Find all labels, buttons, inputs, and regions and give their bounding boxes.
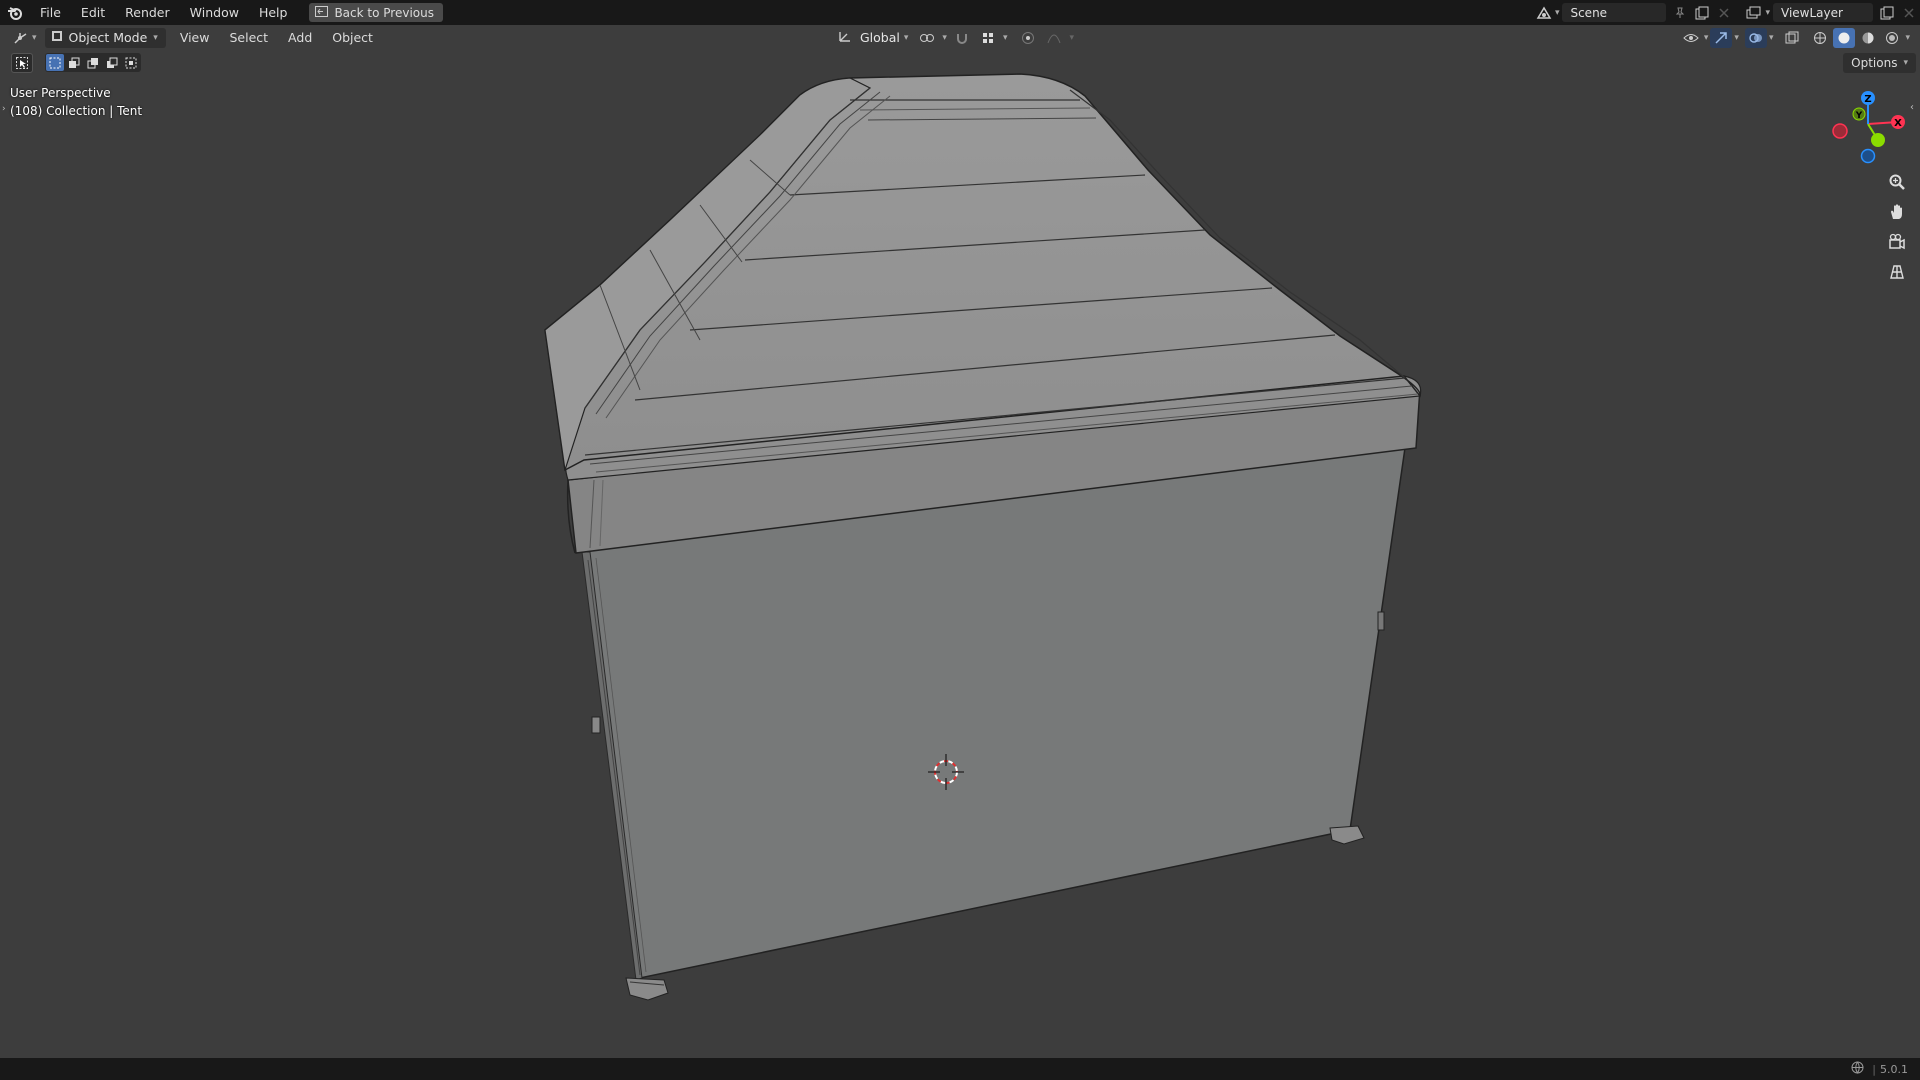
axis-neg-z-icon[interactable] <box>1860 148 1876 164</box>
new-scene-icon[interactable] <box>1691 3 1713 23</box>
axis-x-label: X <box>1894 118 1902 129</box>
chevron-down-icon: ▾ <box>1069 32 1074 43</box>
snap-toggle-icon[interactable] <box>951 28 973 48</box>
top-bar: File Edit Render Window Help Back to Pre… <box>0 0 1920 25</box>
delete-view-layer-icon[interactable] <box>1898 3 1920 23</box>
blender-logo-icon[interactable] <box>0 0 30 25</box>
menu-object[interactable]: Object <box>322 30 383 45</box>
status-separator: | <box>1872 1062 1876 1076</box>
tent-roof-top <box>544 73 1422 481</box>
proportional-editing-icon[interactable] <box>1017 28 1039 48</box>
pivot-point-icon[interactable] <box>916 28 938 48</box>
menu-edit[interactable]: Edit <box>71 0 115 25</box>
solid-shading-icon[interactable] <box>1833 27 1856 48</box>
zoom-icon[interactable] <box>1883 168 1911 196</box>
back-to-previous-button[interactable]: Back to Previous <box>309 3 443 22</box>
chevron-down-icon: ▾ <box>1903 58 1908 68</box>
menu-select[interactable]: Select <box>219 30 278 45</box>
select-extend-icon[interactable] <box>65 54 83 71</box>
menu-view[interactable]: View <box>170 30 220 45</box>
transform-tools: Global ▾ ▾ ▾ ▾ <box>838 25 1074 50</box>
view-layer-selector-icon[interactable] <box>1743 3 1765 23</box>
chevron-down-icon: ▾ <box>1554 7 1560 18</box>
navigation-gizmo[interactable]: X Y Z <box>1826 86 1910 170</box>
chevron-down-icon: ▾ <box>1768 32 1774 43</box>
chevron-down-icon: ▾ <box>942 32 947 43</box>
options-dropdown[interactable]: Options ▾ <box>1843 53 1916 73</box>
axis-z-label: Z <box>1864 94 1871 105</box>
gizmo-toggle-icon[interactable] <box>1710 27 1733 48</box>
viewport-header: ▾ Object Mode ▾ View Select Add Object G… <box>0 25 1920 50</box>
chevron-down-icon: ▾ <box>153 32 158 43</box>
axis-y-label: Y <box>1855 111 1863 121</box>
xray-toggle-icon[interactable] <box>1781 28 1803 48</box>
menu-add[interactable]: Add <box>278 30 322 45</box>
orientation-label: Global <box>860 30 900 45</box>
axis-neg-x-icon[interactable] <box>1832 123 1848 139</box>
selection-mode-group <box>45 53 141 72</box>
chevron-down-icon: ▾ <box>1002 32 1008 43</box>
view-layer-field[interactable]: ViewLayer <box>1773 3 1873 22</box>
tent-roof-band <box>566 387 1421 554</box>
object-mode-icon <box>51 30 63 45</box>
tent-front-wall <box>581 447 1406 981</box>
menu-render[interactable]: Render <box>115 0 180 25</box>
snap-target-icon[interactable] <box>977 28 999 48</box>
perspective-toggle-icon[interactable] <box>1883 258 1911 286</box>
chevron-down-icon: ▾ <box>903 32 909 43</box>
material-shading-icon[interactable] <box>1857 28 1879 48</box>
3d-viewport[interactable] <box>0 0 1920 1080</box>
overlays-toggle-icon[interactable] <box>1744 27 1767 48</box>
collection-label: (108) Collection | Tent <box>10 104 143 118</box>
back-icon <box>315 5 329 20</box>
orientation-dropdown[interactable]: Global ▾ <box>856 30 912 45</box>
select-tool-icon[interactable] <box>11 52 33 73</box>
expand-arrow-icon[interactable]: › <box>2 104 6 114</box>
pan-hand-icon[interactable] <box>1883 198 1911 226</box>
editor-type-icon[interactable] <box>10 28 32 48</box>
visibility-icon[interactable] <box>1680 28 1702 48</box>
chevron-down-icon: ▾ <box>1905 32 1910 43</box>
version-label: 5.0.1 <box>1880 1062 1908 1076</box>
chevron-down-icon: ▾ <box>1765 7 1770 18</box>
tent-foot-left <box>625 977 669 1001</box>
pin-icon[interactable] <box>1669 3 1691 23</box>
view-layer-name: ViewLayer <box>1781 5 1843 20</box>
globe-icon <box>1851 1061 1864 1077</box>
wireframe-shading-icon[interactable] <box>1809 28 1831 48</box>
object-mode-label: Object Mode <box>68 30 148 45</box>
camera-view-icon[interactable] <box>1883 228 1911 256</box>
menu-file[interactable]: File <box>30 0 71 25</box>
3d-cursor-icon[interactable] <box>928 754 964 790</box>
perspective-label: User Perspective <box>10 86 111 100</box>
menu-window[interactable]: Window <box>180 0 249 25</box>
select-intersect-icon[interactable] <box>122 54 140 71</box>
axis-y-icon[interactable] <box>1871 133 1885 147</box>
tent-side-clip <box>591 611 1385 734</box>
scene-name: Scene <box>1570 5 1608 20</box>
status-bar: | 5.0.1 <box>0 1058 1920 1080</box>
select-invert-icon[interactable] <box>103 54 121 71</box>
select-subtract-icon[interactable] <box>84 54 102 71</box>
rendered-shading-icon[interactable] <box>1881 28 1903 48</box>
chevron-down-icon: ▾ <box>32 32 37 43</box>
back-to-previous-label: Back to Previous <box>334 5 434 20</box>
tent-foot-right <box>1329 825 1365 845</box>
tool-row <box>11 52 141 73</box>
transform-orientation-icon <box>838 29 852 46</box>
select-new-icon[interactable] <box>46 54 64 71</box>
chevron-down-icon: ▾ <box>1734 32 1739 43</box>
chevron-down-icon: ▾ <box>1703 32 1709 43</box>
delete-scene-icon[interactable] <box>1713 3 1735 23</box>
menu-help[interactable]: Help <box>249 0 298 25</box>
options-label: Options <box>1851 56 1898 70</box>
new-view-layer-icon[interactable] <box>1876 3 1898 23</box>
object-mode-dropdown[interactable]: Object Mode ▾ <box>44 27 166 48</box>
scene-name-field[interactable]: Scene <box>1562 3 1667 22</box>
proportional-falloff-icon[interactable] <box>1043 28 1065 48</box>
viewport-display-tools: ▾ ▾ ▾ ▾ <box>1680 25 1910 50</box>
scene-selector-icon[interactable] <box>1533 3 1555 23</box>
top-right-controls: ▾ Scene ▾ ViewLayer <box>1533 0 1920 25</box>
sidebar-toggle-icon[interactable]: ‹ <box>1910 102 1914 113</box>
